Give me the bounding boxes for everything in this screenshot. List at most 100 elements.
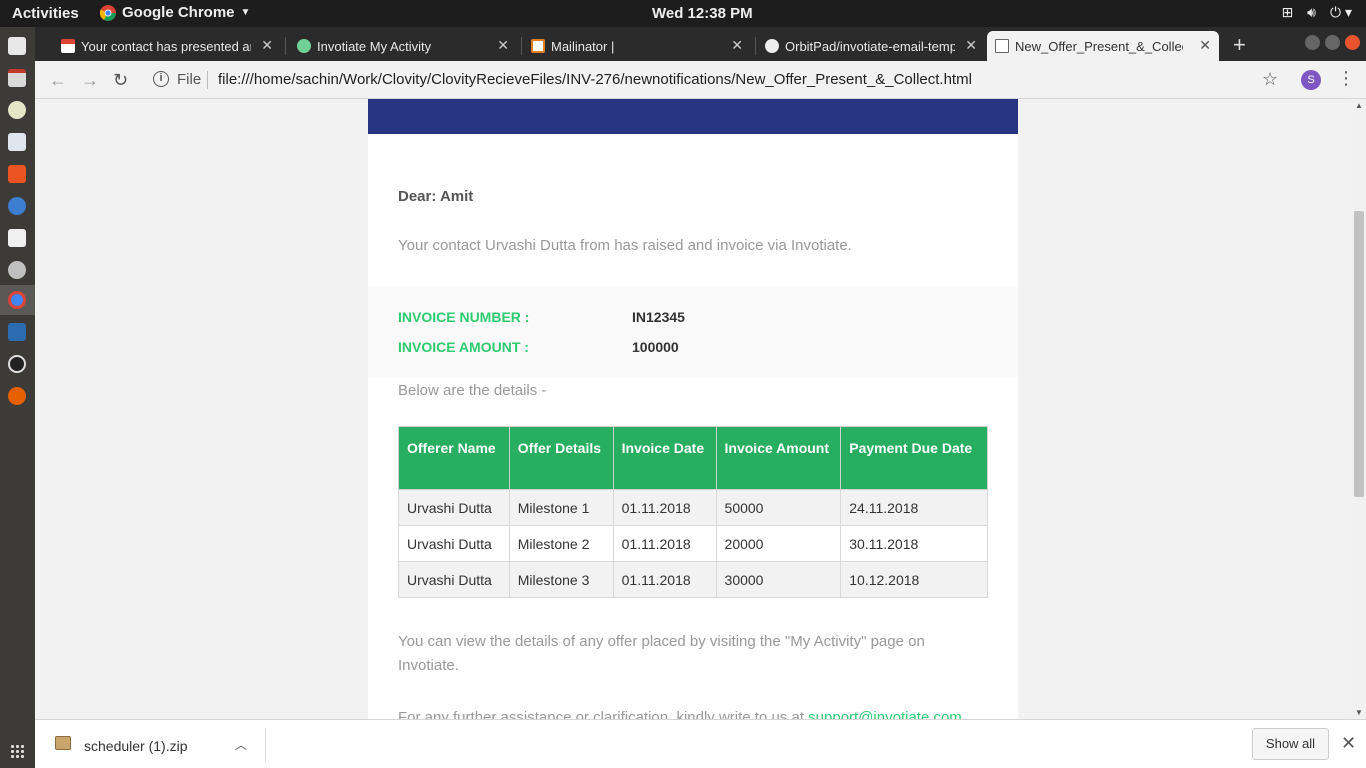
offers-table: Offerer Name Offer Details Invoice Date … <box>398 426 988 598</box>
browser-toolbar: ← → ↻ i File file:///home/sachin/Work/Cl… <box>35 61 1366 99</box>
address-bar[interactable]: file:///home/sachin/Work/Clovity/Clovity… <box>218 71 972 88</box>
clock[interactable]: Wed 12:38 PM <box>652 5 753 22</box>
system-top-bar: Activities Google Chrome ▼ Wed 12:38 PM … <box>0 0 1366 27</box>
greeting: Dear: Amit <box>398 188 474 205</box>
email-container: Dear: Amit Your contact Urvashi Dutta fr… <box>368 99 1018 719</box>
chrome-menu-icon[interactable]: ⋮ <box>1337 68 1355 89</box>
page-scrollbar[interactable]: ▲ ▼ <box>1351 99 1366 719</box>
close-tab-icon[interactable]: ✕ <box>731 37 743 54</box>
reload-icon[interactable]: ↻ <box>113 70 128 91</box>
scrollbar-thumb[interactable] <box>1354 211 1364 497</box>
camera-app-icon[interactable] <box>8 101 26 119</box>
table-cell: Milestone 3 <box>508 561 614 598</box>
files-app-icon[interactable] <box>8 37 26 55</box>
site-info-icon[interactable]: i <box>153 71 169 87</box>
table-row: Urvashi Dutta Milestone 1 01.11.2018 500… <box>398 489 988 526</box>
volume-icon[interactable]: 🔊︎ <box>1307 4 1316 21</box>
download-item[interactable]: scheduler (1).zip <box>84 738 188 754</box>
archive-app-icon[interactable] <box>8 69 26 87</box>
new-tab-button[interactable]: + <box>1233 32 1246 58</box>
help-icon[interactable] <box>8 197 26 215</box>
table-header-row: Offerer Name Offer Details Invoice Date … <box>398 426 988 490</box>
chrome-dock-icon[interactable] <box>8 291 26 309</box>
page-viewport: Dear: Amit Your contact Urvashi Dutta fr… <box>35 99 1366 719</box>
amazon-icon[interactable] <box>8 229 26 247</box>
app-name: Google Chrome <box>122 4 235 21</box>
chevron-up-icon[interactable]: ︿ <box>235 736 247 753</box>
download-separator <box>265 728 266 762</box>
forward-arrow-icon[interactable]: → <box>81 70 99 91</box>
column-header: Invoice Date <box>612 426 717 490</box>
bookmark-star-icon[interactable]: ☆ <box>1262 69 1278 90</box>
column-header: Invoice Amount <box>715 426 842 490</box>
show-all-button[interactable]: Show all <box>1252 728 1329 760</box>
table-cell: 30.11.2018 <box>840 525 988 562</box>
chevron-down-icon: ▼ <box>240 7 251 18</box>
power-icon[interactable]: ⏻ ▾ <box>1330 4 1352 21</box>
footer-text: You can view the details of any offer pl… <box>398 633 925 674</box>
invoice-summary: INVOICE NUMBER : IN12345 INVOICE AMOUNT … <box>368 287 1018 377</box>
download-bar: scheduler (1).zip ︿ Show all ✕ <box>35 719 1366 768</box>
vscode-icon[interactable] <box>8 323 26 341</box>
intro-text: Your contact Urvashi Dutta from has rais… <box>398 237 852 254</box>
chrome-tab-strip: Your contact has presented an ✕ Invotiat… <box>35 27 1366 61</box>
invoice-amount-value: 100000 <box>632 339 679 355</box>
email-header-band <box>368 99 1018 134</box>
close-tab-icon[interactable]: ✕ <box>261 37 273 54</box>
tab-new-offer[interactable]: New_Offer_Present_&_Collect ✕ <box>987 31 1219 61</box>
table-cell: 01.11.2018 <box>612 489 717 526</box>
software-center-icon[interactable] <box>8 165 26 183</box>
table-cell: 01.11.2018 <box>612 561 717 598</box>
table-cell: Urvashi Dutta <box>398 525 510 562</box>
table-cell: Milestone 2 <box>508 525 614 562</box>
table-cell: Urvashi Dutta <box>398 561 510 598</box>
settings-icon[interactable] <box>8 261 26 279</box>
system-tray[interactable]: ⊞ 🔊︎ ⏻ ▾ <box>1281 4 1352 21</box>
show-applications-icon[interactable] <box>10 744 24 758</box>
scroll-down-arrow-icon[interactable]: ▼ <box>1355 708 1363 717</box>
tab-separator <box>521 37 522 55</box>
zip-file-icon <box>55 736 71 750</box>
tab-invotiate-activity[interactable]: Invotiate My Activity ✕ <box>289 31 517 61</box>
column-header: Offerer Name <box>398 426 510 490</box>
table-row: Urvashi Dutta Milestone 2 01.11.2018 200… <box>398 525 988 562</box>
table-cell: Milestone 1 <box>508 489 614 526</box>
close-icon[interactable]: ✕ <box>1341 733 1356 754</box>
close-tab-icon[interactable]: ✕ <box>965 37 977 54</box>
text-editor-icon[interactable] <box>8 133 26 151</box>
activities-button[interactable]: Activities <box>12 5 79 22</box>
tab-github[interactable]: OrbitPad/invotiate-email-temp ✕ <box>757 31 985 61</box>
gmail-icon <box>61 39 75 53</box>
firefox-icon[interactable] <box>8 387 26 405</box>
table-cell: 50000 <box>715 489 842 526</box>
github-desktop-icon[interactable] <box>8 355 26 373</box>
back-arrow-icon[interactable]: ← <box>49 70 67 91</box>
app-menu[interactable]: Google Chrome ▼ <box>100 4 250 21</box>
url-separator <box>207 71 208 89</box>
support-text: For any further assistance or clarificat… <box>398 709 962 719</box>
tab-separator <box>755 37 756 55</box>
invoice-amount-label: INVOICE AMOUNT : <box>398 339 529 355</box>
invotiate-icon <box>297 39 311 53</box>
details-intro: Below are the details - <box>398 382 547 399</box>
chrome-icon <box>100 4 116 21</box>
close-window-button[interactable] <box>1345 35 1360 50</box>
scroll-up-arrow-icon[interactable]: ▲ <box>1355 101 1363 110</box>
table-cell: 20000 <box>715 525 842 562</box>
support-prefix: For any further assistance or clarificat… <box>398 709 809 719</box>
github-icon <box>765 39 779 53</box>
column-header: Payment Due Date <box>840 426 988 490</box>
tab-mailinator[interactable]: Mailinator | ✕ <box>523 31 751 61</box>
close-tab-icon[interactable]: ✕ <box>1199 37 1211 54</box>
profile-avatar[interactable]: S <box>1301 70 1321 90</box>
support-email-link[interactable]: support@invotiate.com <box>808 709 962 719</box>
network-icon[interactable]: ⊞ <box>1281 4 1293 21</box>
table-cell: 10.12.2018 <box>840 561 988 598</box>
minimize-window-button[interactable] <box>1305 35 1320 50</box>
maximize-window-button[interactable] <box>1325 35 1340 50</box>
close-tab-icon[interactable]: ✕ <box>497 37 509 54</box>
table-cell: 01.11.2018 <box>612 525 717 562</box>
table-cell: 24.11.2018 <box>840 489 988 526</box>
table-cell: 30000 <box>715 561 842 598</box>
tab-gmail[interactable]: Your contact has presented an ✕ <box>53 31 281 61</box>
